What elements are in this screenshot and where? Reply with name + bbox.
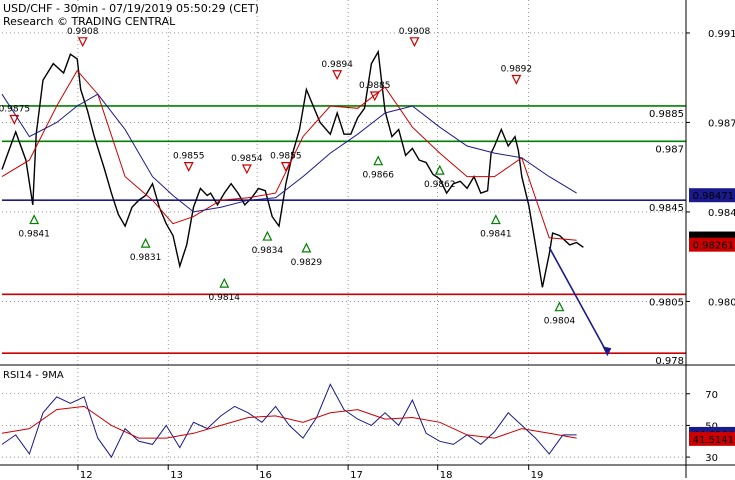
peak-label: 0.9885 xyxy=(359,81,391,91)
rsi-tick-label: 30 xyxy=(705,453,718,464)
trough-label: 0.9814 xyxy=(209,293,241,303)
level-label: 0.9845 xyxy=(649,203,684,214)
trough-marker xyxy=(373,155,384,166)
price-tick-label: 0.9840 xyxy=(708,208,735,219)
projection-arrowhead xyxy=(602,346,612,357)
trough-label: 0.9829 xyxy=(291,258,323,268)
trough-label: 0.9841 xyxy=(18,230,50,240)
trough-marker xyxy=(434,164,445,175)
rsi-ma-line xyxy=(1,405,577,439)
time-tick-label: 12 xyxy=(80,470,93,480)
trough-marker xyxy=(301,242,312,253)
peak-marker xyxy=(409,37,420,48)
time-tick-label: 18 xyxy=(440,470,453,480)
price-tick-label: 0.9802 xyxy=(708,297,735,308)
trough-label: 0.9862 xyxy=(424,180,456,190)
price-badge: 0.98471 xyxy=(693,191,734,202)
peak-label: 0.9892 xyxy=(501,64,533,74)
chart: 0.9885 0.987 0.9845 0.9805 0.978 0.9875 0.990… xyxy=(0,0,735,480)
peak-marker xyxy=(9,114,20,125)
peak-marker xyxy=(183,162,194,172)
trough-label: 0.9831 xyxy=(130,253,162,263)
trough-marker xyxy=(490,214,501,225)
trough-label: 0.9834 xyxy=(252,246,284,256)
trough-marker xyxy=(262,230,273,241)
trough-label: 0.9841 xyxy=(480,230,512,240)
peak-label: 0.9854 xyxy=(231,154,263,164)
peak-label: 0.9908 xyxy=(67,27,99,37)
peak-label: 0.9855 xyxy=(270,152,302,162)
time-tick-label: 16 xyxy=(259,470,272,480)
level-label: 0.9885 xyxy=(649,109,684,120)
peak-marker xyxy=(511,74,522,85)
rsi-badge: 41.5141 xyxy=(693,435,734,446)
time-tick-label: 13 xyxy=(170,470,183,480)
trough-marker xyxy=(140,237,151,248)
trough-marker xyxy=(554,301,565,312)
level-label: 0.987 xyxy=(655,144,684,155)
price-tick-label: 0.9878 xyxy=(708,118,735,129)
trough-marker xyxy=(29,214,40,225)
price-badge: 0.98261 xyxy=(693,241,734,252)
peak-marker xyxy=(241,164,252,175)
price-tick-label: 0.9916 xyxy=(708,29,735,40)
trough-marker xyxy=(219,277,230,288)
peak-marker xyxy=(369,91,380,102)
peak-label: 0.9908 xyxy=(399,27,431,37)
time-tick-label: 19 xyxy=(531,470,544,480)
peak-label: 0.9875 xyxy=(0,105,30,115)
rsi-title: RSI14 - 9MA xyxy=(3,370,64,381)
level-label: 0.9805 xyxy=(649,297,684,308)
projection-arrow-line xyxy=(548,246,609,354)
peak-label: 0.9855 xyxy=(173,152,205,162)
time-tick-label: 17 xyxy=(350,470,363,480)
level-label: 0.978 xyxy=(655,356,684,367)
peak-marker xyxy=(77,37,88,48)
peak-marker xyxy=(332,70,343,81)
rsi-line xyxy=(1,383,577,459)
price-series-line xyxy=(1,49,584,288)
rsi-tick-label: 70 xyxy=(705,390,718,401)
peak-label: 0.9894 xyxy=(321,60,353,70)
trough-label: 0.9866 xyxy=(362,171,394,181)
trough-label: 0.9804 xyxy=(544,317,576,327)
